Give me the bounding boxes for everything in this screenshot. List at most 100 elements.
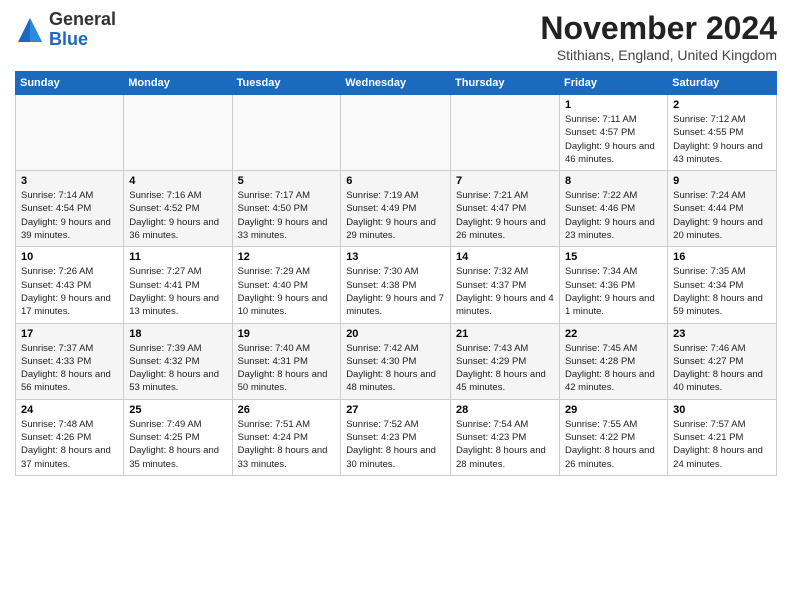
day-info: Sunrise: 7:43 AMSunset: 4:29 PMDaylight:… xyxy=(456,342,554,395)
day-info: Sunrise: 7:51 AMSunset: 4:24 PMDaylight:… xyxy=(238,418,336,471)
day-info: Sunrise: 7:17 AMSunset: 4:50 PMDaylight:… xyxy=(238,189,336,242)
day-number: 2 xyxy=(673,99,771,111)
calendar-cell: 23Sunrise: 7:46 AMSunset: 4:27 PMDayligh… xyxy=(668,323,777,399)
day-of-week-header: Thursday xyxy=(451,72,560,95)
day-info: Sunrise: 7:14 AMSunset: 4:54 PMDaylight:… xyxy=(21,189,118,242)
calendar-cell: 19Sunrise: 7:40 AMSunset: 4:31 PMDayligh… xyxy=(232,323,341,399)
calendar-cell xyxy=(124,95,232,171)
page: General Blue November 2024 Stithians, En… xyxy=(0,0,792,612)
day-info: Sunrise: 7:19 AMSunset: 4:49 PMDaylight:… xyxy=(346,189,445,242)
location: Stithians, England, United Kingdom xyxy=(540,47,777,63)
day-number: 20 xyxy=(346,328,445,340)
calendar-cell: 8 Sunrise: 7:22 AMSunset: 4:46 PMDaylight… xyxy=(559,171,667,247)
day-info: Sunrise: 7:40 AMSunset: 4:31 PMDaylight:… xyxy=(238,342,336,395)
day-info: Sunrise: 7:42 AMSunset: 4:30 PMDaylight:… xyxy=(346,342,445,395)
day-number: 22 xyxy=(565,328,662,340)
logo: General Blue xyxy=(15,10,116,50)
day-number: 5 xyxy=(238,175,336,187)
day-info: Sunrise: 7:22 AMSunset: 4:46 PMDaylight:… xyxy=(565,189,662,242)
calendar-cell: 1Sunrise: 7:11 AMSunset: 4:57 PMDaylight… xyxy=(559,95,667,171)
day-info: Sunrise: 7:49 AMSunset: 4:25 PMDaylight:… xyxy=(129,418,226,471)
day-of-week-header: Wednesday xyxy=(341,72,451,95)
calendar-body: 1Sunrise: 7:11 AMSunset: 4:57 PMDaylight… xyxy=(16,95,777,476)
month-title: November 2024 xyxy=(540,10,777,47)
day-number: 8 xyxy=(565,175,662,187)
day-info: Sunrise: 7:26 AMSunset: 4:43 PMDaylight:… xyxy=(21,265,118,318)
calendar-cell: 3Sunrise: 7:14 AMSunset: 4:54 PMDaylight… xyxy=(16,171,124,247)
day-of-week-header: Sunday xyxy=(16,72,124,95)
calendar-cell: 29Sunrise: 7:55 AMSunset: 4:22 PMDayligh… xyxy=(559,399,667,475)
calendar-cell: 30 Sunrise: 7:57 AMSunset: 4:21 PMDayligh… xyxy=(668,399,777,475)
calendar-cell: 9Sunrise: 7:24 AMSunset: 4:44 PMDaylight… xyxy=(668,171,777,247)
day-info: Sunrise: 7:30 AMSunset: 4:38 PMDaylight:… xyxy=(346,265,445,318)
calendar-cell: 4 Sunrise: 7:16 AMSunset: 4:52 PMDaylight… xyxy=(124,171,232,247)
day-number: 15 xyxy=(565,251,662,263)
day-info: Sunrise: 7:34 AMSunset: 4:36 PMDaylight:… xyxy=(565,265,662,318)
day-info: Sunrise: 7:48 AMSunset: 4:26 PMDaylight:… xyxy=(21,418,118,471)
day-number: 6 xyxy=(346,175,445,187)
logo-icon xyxy=(15,15,45,45)
day-info: Sunrise: 7:35 AMSunset: 4:34 PMDaylight:… xyxy=(673,265,771,318)
header-row: SundayMondayTuesdayWednesdayThursdayFrid… xyxy=(16,72,777,95)
calendar-cell: 24 Sunrise: 7:48 AMSunset: 4:26 PMDayligh… xyxy=(16,399,124,475)
day-info: Sunrise: 7:37 AMSunset: 4:33 PMDaylight:… xyxy=(21,342,118,395)
day-number: 7 xyxy=(456,175,554,187)
day-info: Sunrise: 7:57 AMSunset: 4:21 PMDaylight:… xyxy=(673,418,771,471)
day-info: Sunrise: 7:21 AMSunset: 4:47 PMDaylight:… xyxy=(456,189,554,242)
day-of-week-header: Saturday xyxy=(668,72,777,95)
day-number: 12 xyxy=(238,251,336,263)
day-info: Sunrise: 7:46 AMSunset: 4:27 PMDaylight:… xyxy=(673,342,771,395)
day-info: Sunrise: 7:52 AMSunset: 4:23 PMDaylight:… xyxy=(346,418,445,471)
calendar-cell: 7 Sunrise: 7:21 AMSunset: 4:47 PMDaylight… xyxy=(451,171,560,247)
calendar-cell: 27 Sunrise: 7:52 AMSunset: 4:23 PMDayligh… xyxy=(341,399,451,475)
day-number: 24 xyxy=(21,404,118,416)
day-info: Sunrise: 7:12 AMSunset: 4:55 PMDaylight:… xyxy=(673,113,771,166)
day-number: 14 xyxy=(456,251,554,263)
day-number: 11 xyxy=(129,251,226,263)
day-info: Sunrise: 7:32 AMSunset: 4:37 PMDaylight:… xyxy=(456,265,554,318)
calendar-cell: 28 Sunrise: 7:54 AMSunset: 4:23 PMDayligh… xyxy=(451,399,560,475)
day-number: 27 xyxy=(346,404,445,416)
day-number: 18 xyxy=(129,328,226,340)
day-info: Sunrise: 7:29 AMSunset: 4:40 PMDaylight:… xyxy=(238,265,336,318)
calendar-cell xyxy=(451,95,560,171)
day-of-week-header: Tuesday xyxy=(232,72,341,95)
calendar-cell: 6 Sunrise: 7:19 AMSunset: 4:49 PMDaylight… xyxy=(341,171,451,247)
calendar-cell: 20 Sunrise: 7:42 AMSunset: 4:30 PMDayligh… xyxy=(341,323,451,399)
calendar-week-row: 10 Sunrise: 7:26 AMSunset: 4:43 PMDayligh… xyxy=(16,247,777,323)
day-number: 30 xyxy=(673,404,771,416)
calendar-week-row: 1Sunrise: 7:11 AMSunset: 4:57 PMDaylight… xyxy=(16,95,777,171)
day-of-week-header: Monday xyxy=(124,72,232,95)
logo-blue: Blue xyxy=(49,30,116,50)
day-info: Sunrise: 7:55 AMSunset: 4:22 PMDaylight:… xyxy=(565,418,662,471)
day-info: Sunrise: 7:39 AMSunset: 4:32 PMDaylight:… xyxy=(129,342,226,395)
day-info: Sunrise: 7:11 AMSunset: 4:57 PMDaylight:… xyxy=(565,113,662,166)
day-number: 4 xyxy=(129,175,226,187)
day-number: 10 xyxy=(21,251,118,263)
day-number: 25 xyxy=(129,404,226,416)
calendar-cell: 26Sunrise: 7:51 AMSunset: 4:24 PMDayligh… xyxy=(232,399,341,475)
calendar-header: SundayMondayTuesdayWednesdayThursdayFrid… xyxy=(16,72,777,95)
day-number: 17 xyxy=(21,328,118,340)
day-info: Sunrise: 7:27 AMSunset: 4:41 PMDaylight:… xyxy=(129,265,226,318)
calendar-cell: 2 Sunrise: 7:12 AMSunset: 4:55 PMDaylight… xyxy=(668,95,777,171)
calendar-cell: 13 Sunrise: 7:30 AMSunset: 4:38 PMDayligh… xyxy=(341,247,451,323)
day-info: Sunrise: 7:24 AMSunset: 4:44 PMDaylight:… xyxy=(673,189,771,242)
calendar-cell: 12 Sunrise: 7:29 AMSunset: 4:40 PMDayligh… xyxy=(232,247,341,323)
calendar-cell xyxy=(232,95,341,171)
calendar-week-row: 17 Sunrise: 7:37 AMSunset: 4:33 PMDayligh… xyxy=(16,323,777,399)
calendar-cell xyxy=(341,95,451,171)
header: General Blue November 2024 Stithians, En… xyxy=(15,10,777,63)
calendar-cell xyxy=(16,95,124,171)
day-number: 13 xyxy=(346,251,445,263)
calendar-week-row: 24 Sunrise: 7:48 AMSunset: 4:26 PMDayligh… xyxy=(16,399,777,475)
day-number: 21 xyxy=(456,328,554,340)
calendar-cell: 15 Sunrise: 7:34 AMSunset: 4:36 PMDayligh… xyxy=(559,247,667,323)
day-info: Sunrise: 7:16 AMSunset: 4:52 PMDaylight:… xyxy=(129,189,226,242)
day-info: Sunrise: 7:54 AMSunset: 4:23 PMDaylight:… xyxy=(456,418,554,471)
calendar-cell: 14 Sunrise: 7:32 AMSunset: 4:37 PMDayligh… xyxy=(451,247,560,323)
calendar-cell: 17 Sunrise: 7:37 AMSunset: 4:33 PMDayligh… xyxy=(16,323,124,399)
day-number: 28 xyxy=(456,404,554,416)
calendar-cell: 5 Sunrise: 7:17 AMSunset: 4:50 PMDaylight… xyxy=(232,171,341,247)
day-of-week-header: Friday xyxy=(559,72,667,95)
